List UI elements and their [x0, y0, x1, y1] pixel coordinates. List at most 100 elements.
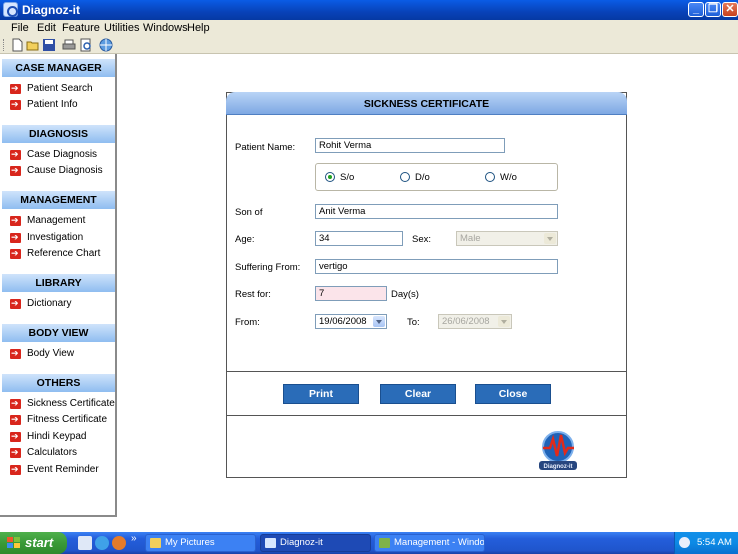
divider	[227, 371, 626, 372]
sidebar-item-label: Body View	[27, 348, 75, 359]
sidebar-section-management: MANAGEMENT	[2, 191, 115, 209]
sidebar-section-body-view: BODY VIEW	[2, 324, 115, 342]
from-date-value: 19/06/2008	[319, 316, 367, 327]
radio-checked-icon	[325, 172, 335, 182]
open-folder-icon[interactable]	[26, 38, 40, 52]
arrow-icon	[10, 246, 21, 260]
to-label: To:	[407, 317, 420, 328]
chevron-down-icon	[544, 233, 556, 244]
menu-utilities[interactable]: Utilities	[104, 22, 139, 34]
menu-file[interactable]: File	[11, 22, 29, 34]
menu-feature[interactable]: Feature	[62, 22, 100, 34]
patient-name-label: Patient Name:	[235, 142, 296, 153]
globe-icon[interactable]	[99, 38, 113, 52]
arrow-icon	[10, 412, 21, 426]
task-label: Diagnoz-it	[280, 537, 323, 548]
arrow-icon	[10, 346, 21, 360]
suffering-from-input[interactable]: vertigo	[315, 259, 558, 274]
quicklaunch-show-desktop-icon[interactable]	[78, 536, 92, 550]
sidebar: CASE MANAGER Patient Search Patient Info…	[0, 54, 117, 517]
print-button[interactable]: Print	[283, 384, 359, 404]
logo-text: Diagnoz-it	[544, 464, 573, 470]
task-label: My Pictures	[165, 537, 215, 548]
restore-button[interactable]: ❐	[705, 2, 721, 17]
arrow-icon	[10, 163, 21, 177]
rest-for-input[interactable]: 7	[315, 286, 387, 301]
sidebar-item-label: Case Diagnosis	[27, 149, 98, 160]
sidebar-item-label: Fitness Certificate	[27, 414, 108, 425]
clock: 5:54 AM	[697, 537, 732, 548]
radio-label: D/o	[415, 172, 430, 183]
arrow-icon	[10, 97, 21, 111]
toolbar	[0, 36, 738, 54]
sidebar-item-label: Patient Search	[27, 83, 93, 94]
arrow-icon	[10, 213, 21, 227]
window-title: Diagnoz-it	[22, 3, 80, 17]
print-icon[interactable]	[62, 38, 76, 52]
task-diagnoz-it[interactable]: Diagnoz-it	[260, 534, 371, 552]
radio-unchecked-icon	[400, 172, 410, 182]
arrow-icon	[10, 396, 21, 410]
close-button[interactable]: Close	[475, 384, 551, 404]
suffering-from-label: Suffering From:	[235, 262, 301, 273]
arrow-icon	[10, 296, 21, 310]
arrow-icon	[10, 462, 21, 476]
patient-name-input[interactable]: Rohit Verma	[315, 138, 505, 153]
save-icon[interactable]	[42, 38, 56, 52]
sidebar-item-label: Event Reminder	[27, 464, 99, 475]
radio-label: W/o	[500, 172, 517, 183]
quicklaunch-firefox-icon[interactable]	[112, 536, 126, 550]
sidebar-item-label: Hindi Keypad	[27, 431, 87, 442]
minimize-button[interactable]: _	[688, 2, 704, 17]
print-preview-icon[interactable]	[79, 38, 93, 52]
sidebar-item-label: Cause Diagnosis	[27, 165, 103, 176]
menu-windows[interactable]: Windows	[143, 22, 188, 34]
sidebar-item-label: Sickness Certificate	[27, 398, 115, 409]
new-file-icon[interactable]	[10, 38, 24, 52]
sidebar-item-label: Management	[27, 215, 86, 226]
chevron-down-icon	[373, 316, 385, 327]
sidebar-section-case-manager: CASE MANAGER	[2, 59, 115, 77]
sidebar-item-label: Calculators	[27, 447, 78, 458]
age-input[interactable]: 34	[315, 231, 403, 246]
folder-icon	[150, 538, 161, 548]
to-date-value: 26/06/2008	[442, 316, 490, 327]
sex-value: Male	[460, 233, 481, 244]
sickness-certificate-dialog: SICKNESS CERTIFICATE Patient Name: Rohit…	[226, 92, 627, 478]
start-button[interactable]: start	[0, 532, 67, 554]
sidebar-section-diagnosis: DIAGNOSIS	[2, 125, 115, 143]
title-bar: Diagnoz-it _ ❐ ✕	[0, 0, 738, 20]
son-of-input[interactable]: Anit Verma	[315, 204, 558, 219]
task-my-pictures[interactable]: My Pictures	[145, 534, 256, 552]
sex-select[interactable]: Male	[456, 231, 558, 246]
close-window-button[interactable]: ✕	[722, 2, 738, 17]
dialog-title: SICKNESS CERTIFICATE	[363, 98, 490, 110]
tray-expand-icon[interactable]	[679, 537, 690, 548]
sidebar-item-label: Dictionary	[27, 298, 72, 309]
son-of-label: Son of	[235, 207, 263, 218]
task-management-window[interactable]: Management - Windo...	[374, 534, 485, 552]
task-label: Management - Windo...	[394, 537, 485, 548]
arrow-icon	[10, 81, 21, 95]
to-date-picker[interactable]: 26/06/2008	[438, 314, 512, 329]
clear-button[interactable]: Clear	[380, 384, 456, 404]
age-label: Age:	[235, 234, 255, 245]
quicklaunch-overflow-icon[interactable]: »	[131, 533, 137, 544]
dialog-header: SICKNESS CERTIFICATE	[226, 92, 627, 115]
menu-edit[interactable]: Edit	[37, 22, 56, 34]
rest-for-label: Rest for:	[235, 289, 271, 300]
menu-help[interactable]: Help	[187, 22, 210, 34]
from-date-picker[interactable]: 19/06/2008	[315, 314, 387, 329]
radio-label: S/o	[340, 172, 355, 183]
sidebar-item-label: Patient Info	[27, 99, 78, 110]
arrow-icon	[10, 147, 21, 161]
chevron-down-icon	[498, 316, 510, 327]
windows-logo-icon	[7, 537, 20, 548]
sex-label: Sex:	[412, 234, 432, 245]
quicklaunch-internet-explorer-icon[interactable]	[95, 536, 109, 550]
window-icon	[379, 538, 390, 548]
from-label: From:	[235, 317, 260, 328]
divider	[227, 415, 626, 416]
toolbar-grip	[3, 39, 5, 51]
radio-unchecked-icon	[485, 172, 495, 182]
